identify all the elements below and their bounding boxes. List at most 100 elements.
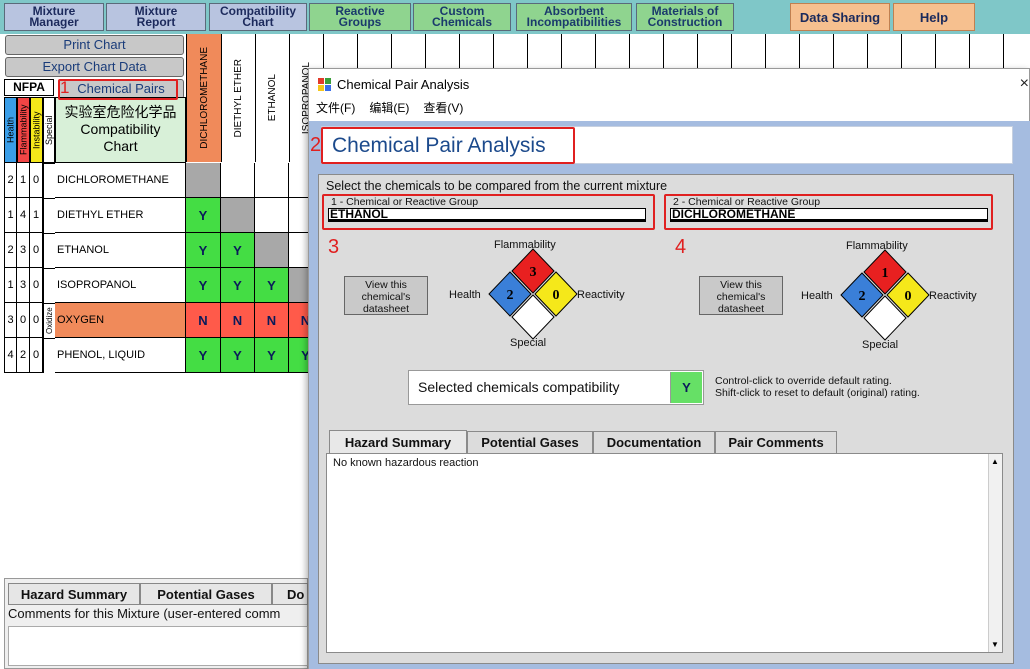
- close-icon[interactable]: ×: [1020, 75, 1029, 93]
- compatibility-cell: N: [255, 303, 289, 338]
- compatibility-cell: Y: [221, 233, 255, 268]
- row-flammability-value: 0: [17, 303, 30, 338]
- diamond-2-reactivity-label: Reactivity: [929, 290, 977, 302]
- annotation-4: 4: [675, 236, 687, 258]
- menu-view[interactable]: 查看(V): [423, 99, 463, 119]
- row-flammability-value: 1: [17, 163, 30, 198]
- diamond-1-reactivity-label: Reactivity: [577, 289, 625, 301]
- instruction-text: Select the chemicals to be compared from…: [326, 179, 668, 193]
- row-chemical-name: PHENOL, LIQUID: [55, 338, 186, 373]
- column-header-diethyl-ether: DIETHYL ETHER: [221, 34, 255, 162]
- diamond-1-reactivity: 0: [553, 288, 560, 303]
- row-instability-value: 1: [30, 198, 43, 233]
- vertical-scrollbar[interactable]: ▲ ▼: [988, 454, 1002, 652]
- dialog-menubar: 文件(F) 编辑(E) 查看(V): [309, 99, 470, 119]
- diamond-1-flammability: 3: [530, 265, 537, 280]
- compatibility-cell: N: [221, 303, 255, 338]
- mixture-comments-input[interactable]: [8, 626, 308, 666]
- column-header-dichloromethane: DICHLOROMETHANE: [186, 34, 221, 162]
- pair-analysis-panel: Select the chemicals to be compared from…: [318, 174, 1014, 664]
- row-special-value: [43, 198, 55, 233]
- bottom-tab-potential-gases[interactable]: Potential Gases: [140, 583, 272, 605]
- compatibility-cell: Y: [186, 338, 221, 373]
- absorbent-incompatibilities-button[interactable]: Absorbent Incompatibilities: [516, 3, 632, 31]
- compatibility-cell: Y: [221, 268, 255, 303]
- chart-grid-background: [323, 34, 1030, 70]
- diamond-2-reactivity: 0: [905, 289, 912, 304]
- top-navigation: Mixture Manager Mixture Report Compatibi…: [0, 0, 1030, 34]
- tab-pair-comments[interactable]: Pair Comments: [715, 431, 837, 453]
- row-instability-value: 0: [30, 163, 43, 198]
- row-special-value: Oxidize: [43, 303, 55, 338]
- mixture-manager-button[interactable]: Mixture Manager: [4, 3, 104, 31]
- chemical-2-datasheet-button[interactable]: View this chemical's datasheet: [699, 276, 783, 315]
- annotation-3: 3: [328, 236, 340, 258]
- row-health-value: 3: [4, 303, 17, 338]
- row-health-value: 4: [4, 338, 17, 373]
- help-button[interactable]: Help: [893, 3, 975, 31]
- compatibility-cell: [221, 198, 255, 233]
- bottom-tab-documentation[interactable]: Do: [272, 583, 308, 605]
- dialog-title: Chemical Pair Analysis: [337, 76, 470, 92]
- row-health-value: 2: [4, 233, 17, 268]
- chart-title-chinese: 实验室危险化学品: [64, 104, 177, 120]
- row-special-value: [43, 163, 55, 198]
- nfpa-diamond-1: 3 2 0: [488, 248, 578, 340]
- compatibility-chart-button[interactable]: Compatibility Chart: [209, 3, 307, 31]
- compatibility-value[interactable]: Y: [670, 372, 702, 403]
- row-chemical-name: OXYGEN: [55, 303, 186, 338]
- compatibility-cell: Y: [186, 233, 221, 268]
- compatibility-cell: Y: [186, 268, 221, 303]
- hazard-summary-content: No known hazardous reaction ▲ ▼: [326, 453, 1003, 653]
- column-header-ethanol: ETHANOL: [255, 34, 289, 162]
- compatibility-result-box: Selected chemicals compatibility Y: [408, 370, 704, 405]
- hint-control-click: Control-click to override default rating…: [715, 375, 892, 387]
- row-flammability-value: 2: [17, 338, 30, 373]
- compatibility-cell: [186, 163, 221, 198]
- diamond-1-health: 2: [507, 288, 514, 303]
- row-health-value: 1: [4, 268, 17, 303]
- special-column-header: Special: [43, 97, 55, 163]
- diamond-1-health-label: Health: [449, 289, 481, 301]
- diamond-2-health-label: Health: [801, 290, 833, 302]
- tab-hazard-summary[interactable]: Hazard Summary: [329, 430, 467, 453]
- diamond-2-flammability: 1: [882, 266, 889, 281]
- row-special-value: [43, 268, 55, 303]
- menu-file[interactable]: 文件(F): [316, 99, 355, 119]
- compatibility-cell: Y: [255, 268, 289, 303]
- menu-edit[interactable]: 编辑(E): [369, 99, 409, 119]
- tab-documentation[interactable]: Documentation: [593, 431, 715, 453]
- mixture-comments-label: Comments for this Mixture (user-entered …: [8, 606, 281, 621]
- row-flammability-value: 4: [17, 198, 30, 233]
- materials-of-construction-button[interactable]: Materials of Construction: [636, 3, 734, 31]
- scroll-down-icon[interactable]: ▼: [991, 640, 999, 649]
- bottom-tab-hazard-summary[interactable]: Hazard Summary: [8, 583, 140, 605]
- print-chart-button[interactable]: Print Chart: [5, 35, 184, 55]
- chemical-pair-analysis-dialog: Chemical Pair Analysis × 文件(F) 编辑(E) 查看(…: [308, 68, 1030, 669]
- scroll-up-icon[interactable]: ▲: [991, 457, 999, 466]
- chart-title-english: Compatibility Chart: [80, 121, 161, 154]
- row-chemical-name: ISOPROPANOL: [55, 268, 186, 303]
- row-flammability-value: 3: [17, 233, 30, 268]
- annotation-2: 2: [310, 134, 322, 156]
- instability-column-header: Instability: [30, 97, 43, 163]
- tab-potential-gases[interactable]: Potential Gases: [467, 431, 593, 453]
- dialog-body: Chemical Pair Analysis Select the chemic…: [309, 121, 1030, 669]
- row-instability-value: 0: [30, 303, 43, 338]
- reactive-groups-button[interactable]: Reactive Groups: [309, 3, 411, 31]
- mixture-report-button[interactable]: Mixture Report: [106, 3, 206, 31]
- annotation-1-box: [58, 79, 178, 100]
- compatibility-cell: N: [186, 303, 221, 338]
- row-chemical-name: DICHLOROMETHANE: [55, 163, 186, 198]
- row-special-value: [43, 338, 55, 373]
- row-special-value: [43, 233, 55, 268]
- hazard-summary-text: No known hazardous reaction: [333, 457, 479, 469]
- row-instability-value: 0: [30, 338, 43, 373]
- data-sharing-button[interactable]: Data Sharing: [790, 3, 890, 31]
- custom-chemicals-button[interactable]: Custom Chemicals: [413, 3, 511, 31]
- chemical-1-datasheet-button[interactable]: View this chemical's datasheet: [344, 276, 428, 315]
- flammability-column-header: Flammability: [17, 97, 30, 163]
- export-chart-data-button[interactable]: Export Chart Data: [5, 57, 184, 77]
- compatibility-label: Selected chemicals compatibility: [418, 379, 620, 395]
- nfpa-label: NFPA: [4, 79, 54, 96]
